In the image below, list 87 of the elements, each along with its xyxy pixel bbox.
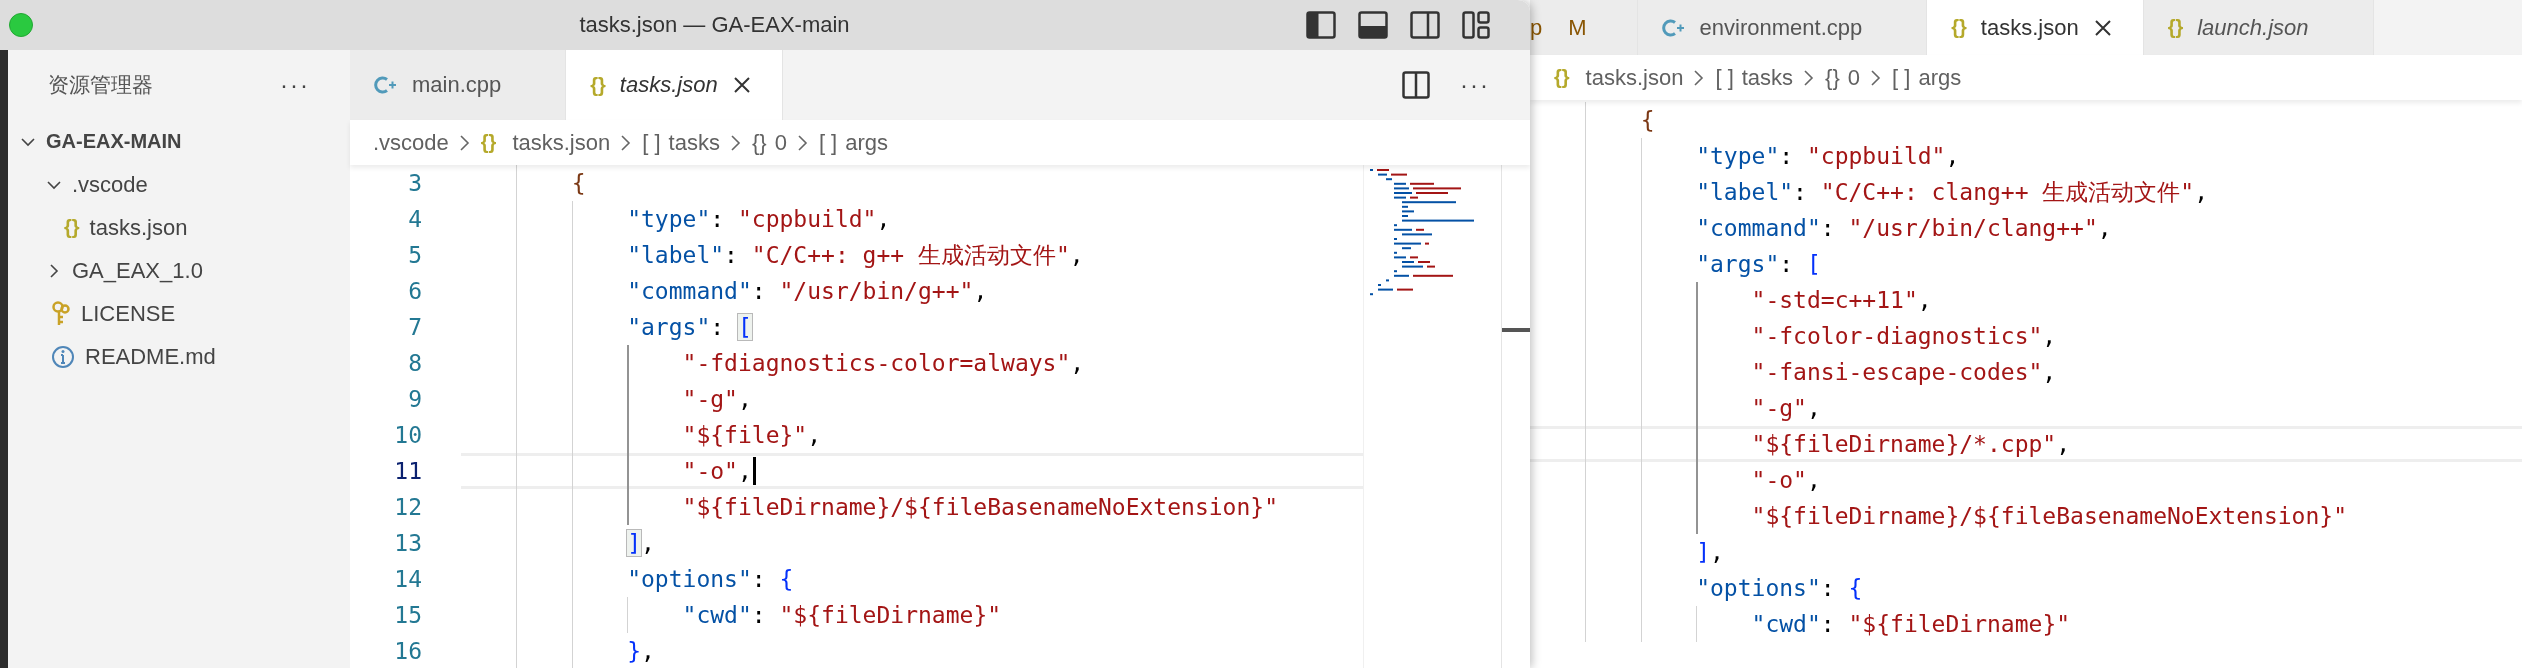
- chevron-right-icon: [729, 133, 742, 152]
- sidebar-title: 资源管理器: [48, 72, 153, 98]
- line-number: 13: [393, 530, 423, 556]
- code-line: "args": [: [626, 313, 752, 342]
- line-number: 15: [393, 602, 423, 628]
- code-line: "-g",: [1750, 394, 1821, 423]
- more-actions-button[interactable]: ···: [1460, 71, 1490, 99]
- code-line: "command": "/usr/bin/clang++",: [1695, 214, 2112, 243]
- code-line: ],: [626, 529, 655, 558]
- chevron-right-icon: [620, 133, 633, 152]
- breadcrumb-item[interactable]: [ ] tasks: [642, 129, 720, 156]
- editor-tab[interactable]: {} launch.json: [2143, 0, 2374, 55]
- code-line: "cwd": "${fileDirname}": [681, 601, 1002, 630]
- editor-tab[interactable]: p M: [1530, 0, 1638, 55]
- code-line: },: [626, 637, 655, 666]
- tree-item[interactable]: .vscode: [8, 163, 350, 206]
- code-line: "command": "/usr/bin/g++",: [626, 277, 988, 306]
- breadcrumb-item[interactable]: [ ] tasks: [1715, 64, 1794, 91]
- tree-item[interactable]: LICENSE: [8, 292, 350, 335]
- close-icon[interactable]: [731, 75, 752, 95]
- code-line: "-o",: [461, 453, 752, 489]
- more-actions-button[interactable]: ···: [280, 71, 310, 99]
- chevron-right-icon: [1870, 68, 1883, 87]
- code-line: "-std=c++11",: [1750, 286, 1932, 315]
- breadcrumb-item[interactable]: {} tasks.json: [1554, 64, 1684, 91]
- line-number: 7: [407, 314, 423, 340]
- code-line: {: [1639, 106, 1655, 135]
- code-line: "-fdiagnostics-color=always",: [681, 349, 1085, 378]
- code-line: "label": "C/C++: clang++ 生成活动文件",: [1695, 178, 2209, 207]
- code-line: "options": {: [626, 565, 794, 594]
- code-line: ],: [1695, 538, 1724, 567]
- line-number: 4: [407, 206, 423, 232]
- layout-icon[interactable]: [1462, 11, 1490, 39]
- tree-item[interactable]: GA_EAX_1.0: [8, 249, 350, 292]
- cursor-position-marker: [1502, 328, 1530, 332]
- code-line: "options": {: [1695, 574, 1863, 603]
- info-icon: [51, 344, 75, 369]
- breadcrumb-item[interactable]: .vscode: [373, 129, 449, 156]
- cpp-file-icon: [374, 74, 398, 96]
- line-number: 11: [393, 458, 423, 484]
- split-editor-icon[interactable]: [1402, 71, 1430, 99]
- breadcrumb-item[interactable]: {} tasks.json: [480, 129, 611, 156]
- editor-tab[interactable]: environment.cpp: [1637, 0, 1928, 55]
- window-title: tasks.json — GA-EAX-main: [579, 12, 850, 37]
- cpp-file-icon: [1661, 16, 1686, 39]
- chevron-right-icon: [796, 133, 809, 152]
- line-number: 6: [407, 278, 423, 304]
- secondary-sidebar-icon[interactable]: [1410, 11, 1440, 39]
- editor-tab[interactable]: {} tasks.json: [1927, 0, 2144, 55]
- close-icon[interactable]: [2092, 17, 2113, 38]
- code-line: "-fcolor-diagnostics",: [1750, 322, 2057, 351]
- breadcrumb-item[interactable]: [ ] args: [818, 129, 889, 156]
- line-number: 14: [393, 566, 423, 592]
- tree-item[interactable]: {} tasks.json: [8, 206, 350, 249]
- sidebar-toggle-icon[interactable]: [1306, 11, 1336, 39]
- line-number: 8: [407, 350, 423, 376]
- code-line: "-o",: [1750, 466, 1821, 495]
- code-line: "-g",: [681, 385, 752, 414]
- breadcrumb-item[interactable]: [ ] args: [1892, 64, 1962, 91]
- line-number: 9: [407, 386, 423, 412]
- code-line: "args": [: [1695, 250, 1821, 279]
- code-line: "${file}",: [681, 421, 822, 450]
- code-line: "type": "cppbuild",: [626, 205, 891, 234]
- panel-toggle-icon[interactable]: [1358, 11, 1388, 39]
- code-line: "${fileDirname}/${fileBasenameNoExtension}": [1750, 502, 2347, 531]
- tree-item[interactable]: README.md: [8, 335, 350, 378]
- code-line: "type": "cppbuild",: [1695, 142, 1960, 171]
- chevron-right-icon: [1803, 68, 1816, 87]
- code-line: "-fansi-escape-codes",: [1750, 358, 2057, 387]
- code-line: "${fileDirname}/${fileBasenameNoExtension}": [681, 493, 1278, 522]
- line-number: 12: [393, 494, 423, 520]
- chevron-right-icon: [1693, 68, 1706, 87]
- breadcrumb-item[interactable]: {} 0: [751, 129, 787, 156]
- editor-tab[interactable]: main.cpp: [350, 50, 567, 120]
- line-number: 3: [407, 170, 423, 196]
- code-line: "${fileDirname}/*.cpp",: [1530, 426, 2071, 462]
- line-number: 5: [407, 242, 423, 268]
- code-line: {: [570, 169, 586, 198]
- line-number: 16: [393, 638, 423, 664]
- tree-item[interactable]: GA-EAX-MAIN: [8, 120, 350, 163]
- code-line: "cwd": "${fileDirname}": [1750, 610, 2071, 639]
- line-number: 10: [393, 422, 423, 448]
- editor-tab[interactable]: {} tasks.json: [566, 50, 783, 120]
- chevron-right-icon: [458, 133, 471, 152]
- code-line: "label": "C/C++: g++ 生成活动文件",: [626, 241, 1084, 270]
- key-icon: [51, 300, 71, 327]
- breadcrumb-item[interactable]: {} 0: [1825, 64, 1861, 91]
